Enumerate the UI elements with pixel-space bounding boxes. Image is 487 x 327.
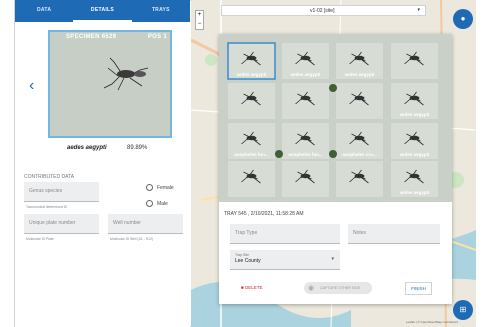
tab-data[interactable]: DATA [15,0,73,22]
tray-cell[interactable]: aedes aegypti [391,83,438,119]
tray-cell[interactable]: aedes aegypti [391,123,438,159]
capture-label: CAPTURE OTHER SIDE [320,286,361,290]
trap-site-select[interactable]: Trap Site Lee County ▾ [230,250,340,270]
tab-bar: DATA DETAILS TRAYS [15,0,190,22]
tab-trays[interactable]: TRAYS [132,0,190,22]
app: DATA DETAILS TRAYS ‹ › SPECIMEN 6529 POS… [0,0,487,327]
mosquito-body [354,135,365,141]
genus-species-field[interactable]: Genus species [24,182,99,202]
tray-cell[interactable]: aedes aegypti [227,42,276,80]
tray-cell-label: aedes aegypti [400,152,430,157]
tray-cell[interactable]: anopheles fun... [228,123,275,159]
mosquito-body [409,135,420,141]
mosquito-body [300,135,311,141]
tray-cell-label: aedes aegypti [291,72,321,77]
trash-icon: ■ [241,285,244,290]
mosquito-body [354,55,365,61]
tray-cell[interactable] [391,43,438,79]
plate-number-field[interactable]: Unique plate number [24,214,99,234]
mosquito-body [246,95,257,101]
notes-field[interactable]: Notes [348,224,440,244]
tray-cell-label: anopheles fun... [288,152,322,157]
mosquito-body [300,55,311,61]
mosquito-body [409,173,420,179]
mosquito-body [300,173,311,179]
prev-specimen-icon[interactable]: ‹ [29,78,34,94]
tray-cell[interactable] [228,161,275,197]
well-hint: Molecular ID Well (A1 - H12) [110,237,154,241]
specimen-image: SPECIMEN 6529 POS 1 [48,30,172,138]
mosquito-image [103,57,149,91]
mosquito-body [246,55,257,61]
tray-cell-label: aedes aegypti [345,72,375,77]
tray-cell-label: aedes aegypti [237,72,267,77]
zoom-out-icon[interactable]: − [196,20,203,29]
capture-other-side-button[interactable]: ◉ CAPTURE OTHER SIDE [304,282,372,294]
tray-cell[interactable] [282,83,329,119]
mosquito-body [246,173,257,179]
layer-select-value: v1-02 [site] [310,8,335,14]
male-radio[interactable]: Male [146,200,168,207]
map-attribution: Leaflet | © OpenStreetMap contributors [406,320,459,324]
mosquito-body [409,55,420,61]
trap-site-value: Lee County [235,258,261,264]
add-tray-icon[interactable]: ⊞ [453,300,473,320]
trap-site-label: Trap Site [235,253,250,257]
tray-peg [329,150,337,158]
zoom-control[interactable]: + − [195,10,204,30]
tray-peg [275,150,283,158]
tray-cell-label: aedes aegypti [400,190,430,195]
radio-circle-icon [146,200,153,207]
female-label: Female [157,184,174,191]
finish-button[interactable]: FINISH [405,282,432,295]
mosquito-body [300,95,311,101]
mosquito-body [409,95,420,101]
contributed-heading: CONTRIBUTED DATA [24,174,75,180]
chevron-down-icon: ▾ [331,256,334,262]
left-panel: DATA DETAILS TRAYS ‹ › SPECIMEN 6529 POS… [15,0,190,327]
genus-hint: Taxonomical determined ID [26,205,68,209]
tray-cell[interactable]: aedes aegypti [282,43,329,79]
tab-details[interactable]: DETAILS [73,0,132,22]
camera-icon: ◉ [308,285,315,292]
well-number-field[interactable]: Well number [108,214,183,234]
female-radio[interactable]: Female [146,184,174,191]
tray-cell-label: aedes aegypti [400,112,430,117]
tray-cell[interactable] [336,83,383,119]
mosquito-body [354,173,365,179]
tray-cell-label: anopheles cru... [342,152,376,157]
male-label: Male [157,200,168,207]
tray-cell[interactable]: anopheles cru... [336,123,383,159]
tray-cell[interactable] [282,161,329,197]
tray-cell[interactable] [336,161,383,197]
tray-meta: TRAY 545 , 2/10/2021, 11:58:28 AM [224,211,304,217]
delete-label: DELETE [244,285,263,290]
trap-type-field[interactable]: Trap Type [230,224,340,244]
zoom-in-icon[interactable]: + [196,11,203,20]
tray-cell[interactable] [228,83,275,119]
mosquito-body [246,135,257,141]
tray-peg [329,84,337,92]
tray-cell[interactable]: aedes aegypti [336,43,383,79]
tray-cells: aedes aegypti aedes aegypti aedes aegypti a… [227,42,438,197]
radio-circle-icon [146,184,153,191]
layer-select[interactable]: v1-02 [site] ▾ [221,5,426,16]
tray-cell-label: anopheles fun... [234,152,268,157]
plate-hint: Molecular ID Plate [26,237,54,241]
location-pin-icon[interactable]: ● [453,9,473,29]
chevron-down-icon: ▾ [417,7,420,13]
species-name: aedes aegypti [67,145,107,151]
delete-button[interactable]: ■ DELETE [241,285,263,290]
tray-cell[interactable]: aedes aegypti [391,161,438,197]
mosquito-body [354,95,365,101]
confidence-value: 89.89% [127,145,148,151]
tray-image: aedes aegypti aedes aegypti aedes aegypti a… [219,34,452,202]
tray-cell[interactable]: anopheles fun... [282,123,329,159]
